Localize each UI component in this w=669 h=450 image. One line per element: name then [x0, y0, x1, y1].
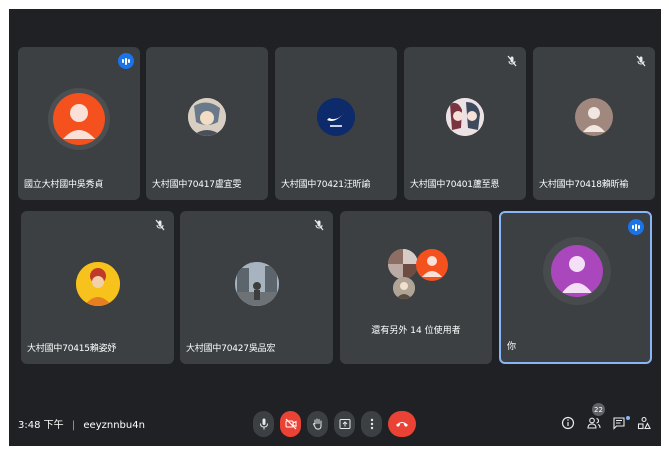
avatar: [53, 93, 105, 145]
avatar: [416, 249, 448, 281]
avatar: [317, 98, 355, 136]
leave-call-icon: [396, 422, 408, 427]
avatar: [188, 98, 226, 136]
camera-off-icon: [285, 418, 296, 430]
activities-button[interactable]: [635, 414, 653, 432]
avatar: [575, 98, 613, 136]
activities-icon: [637, 416, 651, 430]
participant-name: 國立大村國中吳秀貞: [24, 180, 104, 190]
avatar: [446, 98, 484, 136]
avatar: [551, 245, 603, 297]
meeting-info-button[interactable]: [559, 414, 577, 432]
current-time: 3:48 下午: [18, 420, 64, 431]
info-icon: [561, 416, 575, 430]
overflow-participants-tile[interactable]: 還有另外 14 位使用者: [340, 211, 492, 364]
people-button[interactable]: [585, 414, 603, 432]
participant-tile[interactable]: 大村國中70417盧宜雯: [146, 47, 268, 200]
raise-hand-icon: [312, 418, 322, 430]
meeting-details: 3:48 下午 | eeyznnbu4n: [18, 416, 145, 431]
more-options-icon: [370, 418, 373, 430]
avatar: [388, 249, 418, 279]
overflow-participants-label: 還有另外 14 位使用者: [371, 326, 461, 336]
mic-off-icon: [155, 219, 165, 231]
present-screen-icon: [339, 419, 350, 429]
participant-tile[interactable]: 大村國中70421汪昕諭: [275, 47, 397, 200]
participant-tile[interactable]: 大村國中70415賴姿妤: [21, 211, 174, 364]
avatar: [235, 262, 279, 306]
call-controls-bar: 3:48 下午 | eeyznnbu4n 22: [9, 401, 661, 446]
mic-icon: [259, 418, 268, 430]
raise-hand-button[interactable]: [307, 411, 328, 437]
people-icon: [587, 417, 601, 429]
mic-off-icon: [507, 55, 517, 67]
participant-tile[interactable]: 國立大村國中吳秀貞: [18, 47, 140, 200]
mic-button[interactable]: [253, 411, 274, 437]
participant-name: 大村國中70418賴昕褕: [539, 180, 629, 190]
participant-name: 大村國中70421汪昕諭: [281, 180, 371, 190]
participant-name: 大村國中70417盧宜雯: [152, 180, 242, 190]
meeting-code: eeyznnbu4n: [83, 420, 145, 431]
avatar: [76, 262, 120, 306]
camera-button[interactable]: [280, 411, 301, 437]
speaking-indicator-icon: [118, 53, 134, 69]
participant-name: 你: [507, 342, 516, 352]
mic-off-icon: [314, 219, 324, 231]
participant-tile[interactable]: 大村國中70418賴昕褕: [533, 47, 655, 200]
mic-off-icon: [636, 55, 646, 67]
present-button[interactable]: [334, 411, 355, 437]
participant-name: 大村國中70427吳品宏: [186, 344, 276, 354]
more-options-button[interactable]: [361, 411, 382, 437]
unread-indicator: [626, 416, 630, 420]
leave-call-button[interactable]: [388, 411, 416, 437]
divider: |: [71, 420, 76, 431]
self-tile[interactable]: 你: [499, 211, 652, 364]
participant-name: 大村國中70401蘆至恩: [410, 180, 500, 190]
avatar: [393, 277, 415, 299]
speaking-indicator-icon: [628, 219, 644, 235]
participant-name: 大村國中70415賴姿妤: [27, 344, 117, 354]
chat-icon: [613, 417, 625, 430]
meeting-window: 國立大村國中吳秀貞 大村國中70417盧宜雯 大村國中70421汪昕諭 大村國中…: [9, 9, 661, 446]
participant-tile[interactable]: 大村國中70401蘆至恩: [404, 47, 526, 200]
participant-tile[interactable]: 大村國中70427吳品宏: [180, 211, 333, 364]
